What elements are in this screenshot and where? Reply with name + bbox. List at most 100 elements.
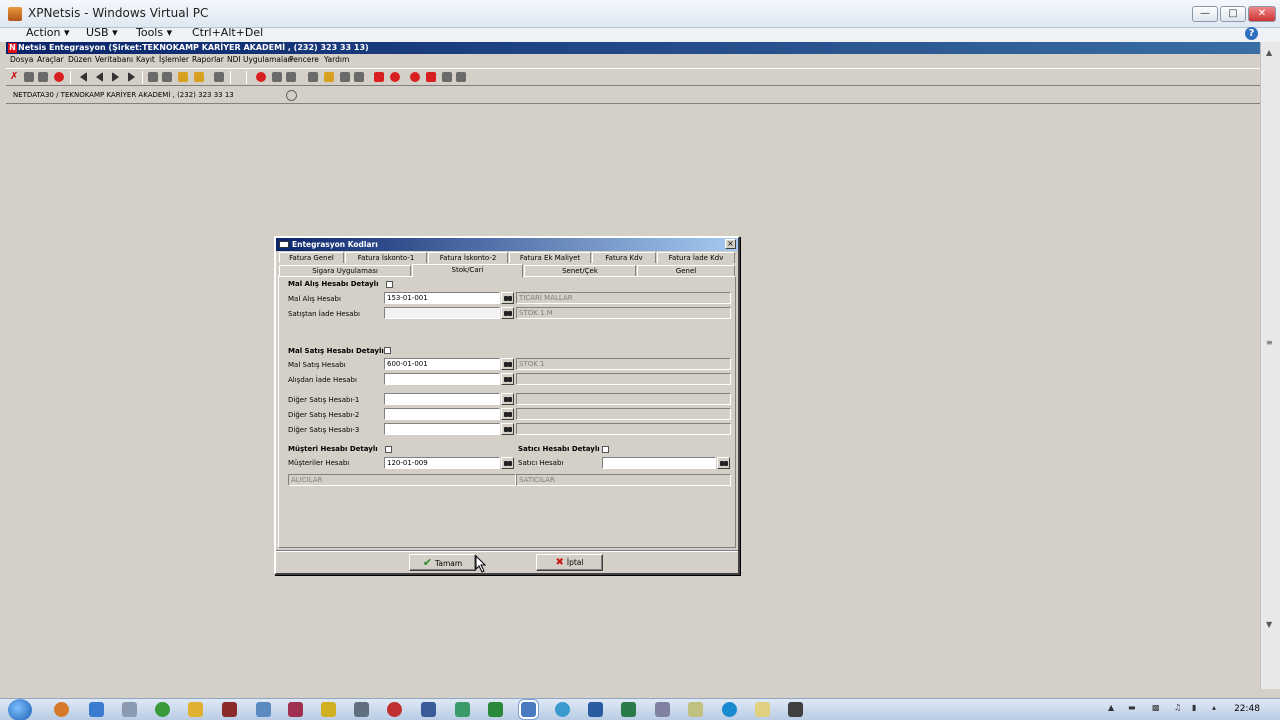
- mal-alis-detayli-checkbox[interactable]: [386, 281, 393, 288]
- company-combo[interactable]: NETDATA30 / TEKNOKAMP KARİYER AKADEMİ , …: [10, 89, 282, 102]
- prev-record-icon[interactable]: [96, 72, 103, 82]
- binoculars-icon[interactable]: [501, 292, 514, 304]
- binoculars-icon[interactable]: [501, 423, 514, 435]
- mal-alis-hesabi-input[interactable]: 153-01-001: [384, 292, 500, 304]
- spreadsheet-icon[interactable]: [455, 702, 470, 717]
- battery-icon[interactable]: ▮: [1192, 703, 1196, 712]
- menu-kayit[interactable]: Kayıt: [136, 55, 155, 64]
- vpc-menu-action[interactable]: Action ▾: [26, 26, 69, 39]
- user-icon[interactable]: [214, 72, 224, 82]
- menu-pencere[interactable]: Pencere: [289, 55, 319, 64]
- notepad-icon[interactable]: [688, 702, 703, 717]
- gamepad-icon[interactable]: [421, 702, 436, 717]
- tools-icon[interactable]: [122, 702, 137, 717]
- refresh-icon[interactable]: [442, 72, 452, 82]
- tools-icon[interactable]: [308, 72, 318, 82]
- folder-icon[interactable]: [188, 702, 203, 717]
- start-button[interactable]: [8, 699, 32, 720]
- app-icon[interactable]: [222, 702, 237, 717]
- refresh-company-icon[interactable]: [286, 90, 297, 101]
- minimize-icon[interactable]: —: [1192, 6, 1218, 22]
- alisdan-iade-input[interactable]: [384, 373, 500, 385]
- copy-icon[interactable]: [24, 72, 34, 82]
- tab-fatura-ek-maliyet[interactable]: Fatura Ek Maliyet: [509, 252, 591, 263]
- menu-islemler[interactable]: İşlemler: [159, 55, 189, 64]
- report-icon[interactable]: [324, 72, 334, 82]
- cut-icon[interactable]: ✗: [10, 72, 20, 82]
- delete-icon[interactable]: [374, 72, 384, 82]
- binoculars-icon[interactable]: [501, 457, 514, 469]
- virtual-pc-icon[interactable]: [521, 702, 536, 717]
- vpc-menu-tools[interactable]: Tools ▾: [136, 26, 172, 39]
- stop-record-icon[interactable]: [410, 72, 420, 82]
- chrome-icon[interactable]: [155, 702, 170, 717]
- next-record-icon[interactable]: [112, 72, 119, 82]
- menu-raporlar[interactable]: Raporlar: [192, 55, 224, 64]
- windows-icon[interactable]: [89, 702, 104, 717]
- folder-icon[interactable]: [178, 72, 188, 82]
- note-icon[interactable]: [755, 702, 770, 717]
- print-icon[interactable]: [354, 72, 364, 82]
- iptal-button[interactable]: ✖ İptal: [536, 554, 603, 571]
- menu-araclar[interactable]: Araçlar: [37, 55, 64, 64]
- first-record-icon[interactable]: [80, 72, 87, 82]
- menu-dosya[interactable]: Dosya: [10, 55, 33, 64]
- binoculars-icon[interactable]: [501, 307, 514, 319]
- tab-fatura-iskonto-2[interactable]: Fatura İskonto-2: [428, 252, 508, 263]
- tab-fatura-iade-kdv[interactable]: Fatura İade Kdv: [657, 252, 735, 263]
- terminal-icon[interactable]: [788, 702, 803, 717]
- tab-fatura-iskonto-1[interactable]: Fatura İskonto-1: [345, 252, 427, 263]
- diger-satis-1-input[interactable]: [384, 393, 500, 405]
- binoculars-icon[interactable]: [501, 358, 514, 370]
- signal-icon[interactable]: ▩: [1152, 703, 1160, 712]
- scroll-down-icon[interactable]: ▼: [1266, 620, 1272, 629]
- satici-hesabi-input[interactable]: [602, 457, 716, 469]
- diger-satis-3-input[interactable]: [384, 423, 500, 435]
- diger-satis-2-input[interactable]: [384, 408, 500, 420]
- volume-icon[interactable]: ♫: [1174, 703, 1181, 712]
- monitor-icon[interactable]: [256, 702, 271, 717]
- record-icon[interactable]: [256, 72, 266, 82]
- edit-icon[interactable]: [194, 72, 204, 82]
- tray-expand-icon[interactable]: ▲: [1108, 703, 1114, 712]
- grid-icon[interactable]: [286, 72, 296, 82]
- open-icon[interactable]: [148, 72, 158, 82]
- vertical-scrollbar[interactable]: ▲ ≡ ▼: [1260, 42, 1280, 689]
- browser-icon[interactable]: [54, 702, 69, 717]
- calculator-icon[interactable]: [272, 72, 282, 82]
- skype-icon[interactable]: [722, 702, 737, 717]
- musteri-detayli-checkbox[interactable]: [385, 446, 392, 453]
- scroll-up-icon[interactable]: ▲: [1266, 48, 1272, 57]
- ie-icon[interactable]: [555, 702, 570, 717]
- dialog-close-icon[interactable]: ×: [725, 239, 736, 249]
- excel-icon[interactable]: [488, 702, 503, 717]
- help-icon[interactable]: ?: [1245, 27, 1258, 40]
- close-record-icon[interactable]: [426, 72, 436, 82]
- menu-ndi-uygulamalari[interactable]: NDI Uygulamaları: [227, 55, 293, 64]
- binoculars-icon[interactable]: [501, 393, 514, 405]
- settings-icon[interactable]: [456, 72, 466, 82]
- paste-icon[interactable]: [38, 72, 48, 82]
- media-icon[interactable]: [288, 702, 303, 717]
- maximize-icon[interactable]: □: [1220, 6, 1246, 22]
- excel-file-icon[interactable]: [621, 702, 636, 717]
- winamp-icon[interactable]: [321, 702, 336, 717]
- satistan-iade-input[interactable]: [384, 307, 500, 319]
- mal-satis-hesabi-input[interactable]: 600-01-001: [384, 358, 500, 370]
- tab-fatura-genel[interactable]: Fatura Genel: [279, 252, 344, 263]
- binoculars-icon[interactable]: [501, 408, 514, 420]
- document-icon[interactable]: [655, 702, 670, 717]
- tray-app-icon[interactable]: ▬: [1128, 703, 1136, 712]
- binoculars-icon[interactable]: [717, 457, 730, 469]
- tab-sigara-uygulamasi[interactable]: Sigara Uygulaması: [279, 265, 411, 276]
- save-icon[interactable]: [162, 72, 172, 82]
- menu-yardim[interactable]: Yardım: [324, 55, 349, 64]
- musteri-hesabi-input[interactable]: 120-01-009: [384, 457, 500, 469]
- record-icon[interactable]: [387, 702, 402, 717]
- cancel-icon[interactable]: [390, 72, 400, 82]
- last-record-icon[interactable]: [128, 72, 135, 82]
- menu-veritabani[interactable]: Veritabanı: [95, 55, 133, 64]
- close-icon[interactable]: ✕: [1248, 6, 1276, 22]
- tamam-button[interactable]: ✔ Tamam: [409, 554, 476, 571]
- tab-senet-cek[interactable]: Senet/Çek: [524, 265, 636, 276]
